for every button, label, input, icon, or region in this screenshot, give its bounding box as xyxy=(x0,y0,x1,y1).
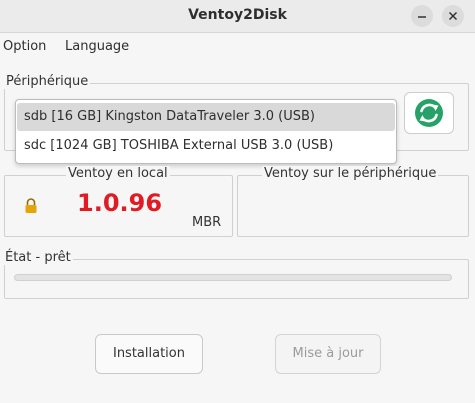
minimize-icon xyxy=(418,16,426,18)
local-ventoy-label: Ventoy en local xyxy=(66,166,170,181)
local-ventoy-version: 1.0.96 xyxy=(77,189,163,217)
lock-icon xyxy=(25,198,37,213)
device-dropdown-list[interactable]: sdb [16 GB] Kingston DataTraveler 3.0 (U… xyxy=(15,99,397,164)
menu-option[interactable]: Option xyxy=(3,39,46,54)
progress-bar xyxy=(14,274,452,281)
device-ventoy-group xyxy=(237,175,469,237)
close-icon xyxy=(448,11,458,21)
install-button[interactable]: Installation xyxy=(95,334,203,374)
device-ventoy-label: Ventoy sur le périphérique xyxy=(262,166,439,181)
status-label: État - prêt xyxy=(3,250,73,265)
title-bar: Ventoy2Disk xyxy=(0,0,475,33)
refresh-icon xyxy=(415,99,443,127)
local-partition-style: MBR xyxy=(192,215,222,230)
device-group-label: Périphérique xyxy=(4,74,91,89)
refresh-button[interactable] xyxy=(404,92,454,134)
update-button[interactable]: Mise à jour xyxy=(275,334,381,374)
window-title: Ventoy2Disk xyxy=(188,7,287,23)
close-button[interactable] xyxy=(442,5,464,27)
menu-bar: Option Language xyxy=(0,33,475,61)
minimize-button[interactable] xyxy=(411,5,433,27)
menu-language[interactable]: Language xyxy=(65,39,129,54)
device-option-sdb[interactable]: sdb [16 GB] Kingston DataTraveler 3.0 (U… xyxy=(17,103,395,131)
device-option-sdc[interactable]: sdc [1024 GB] TOSHIBA External USB 3.0 (… xyxy=(17,132,395,160)
